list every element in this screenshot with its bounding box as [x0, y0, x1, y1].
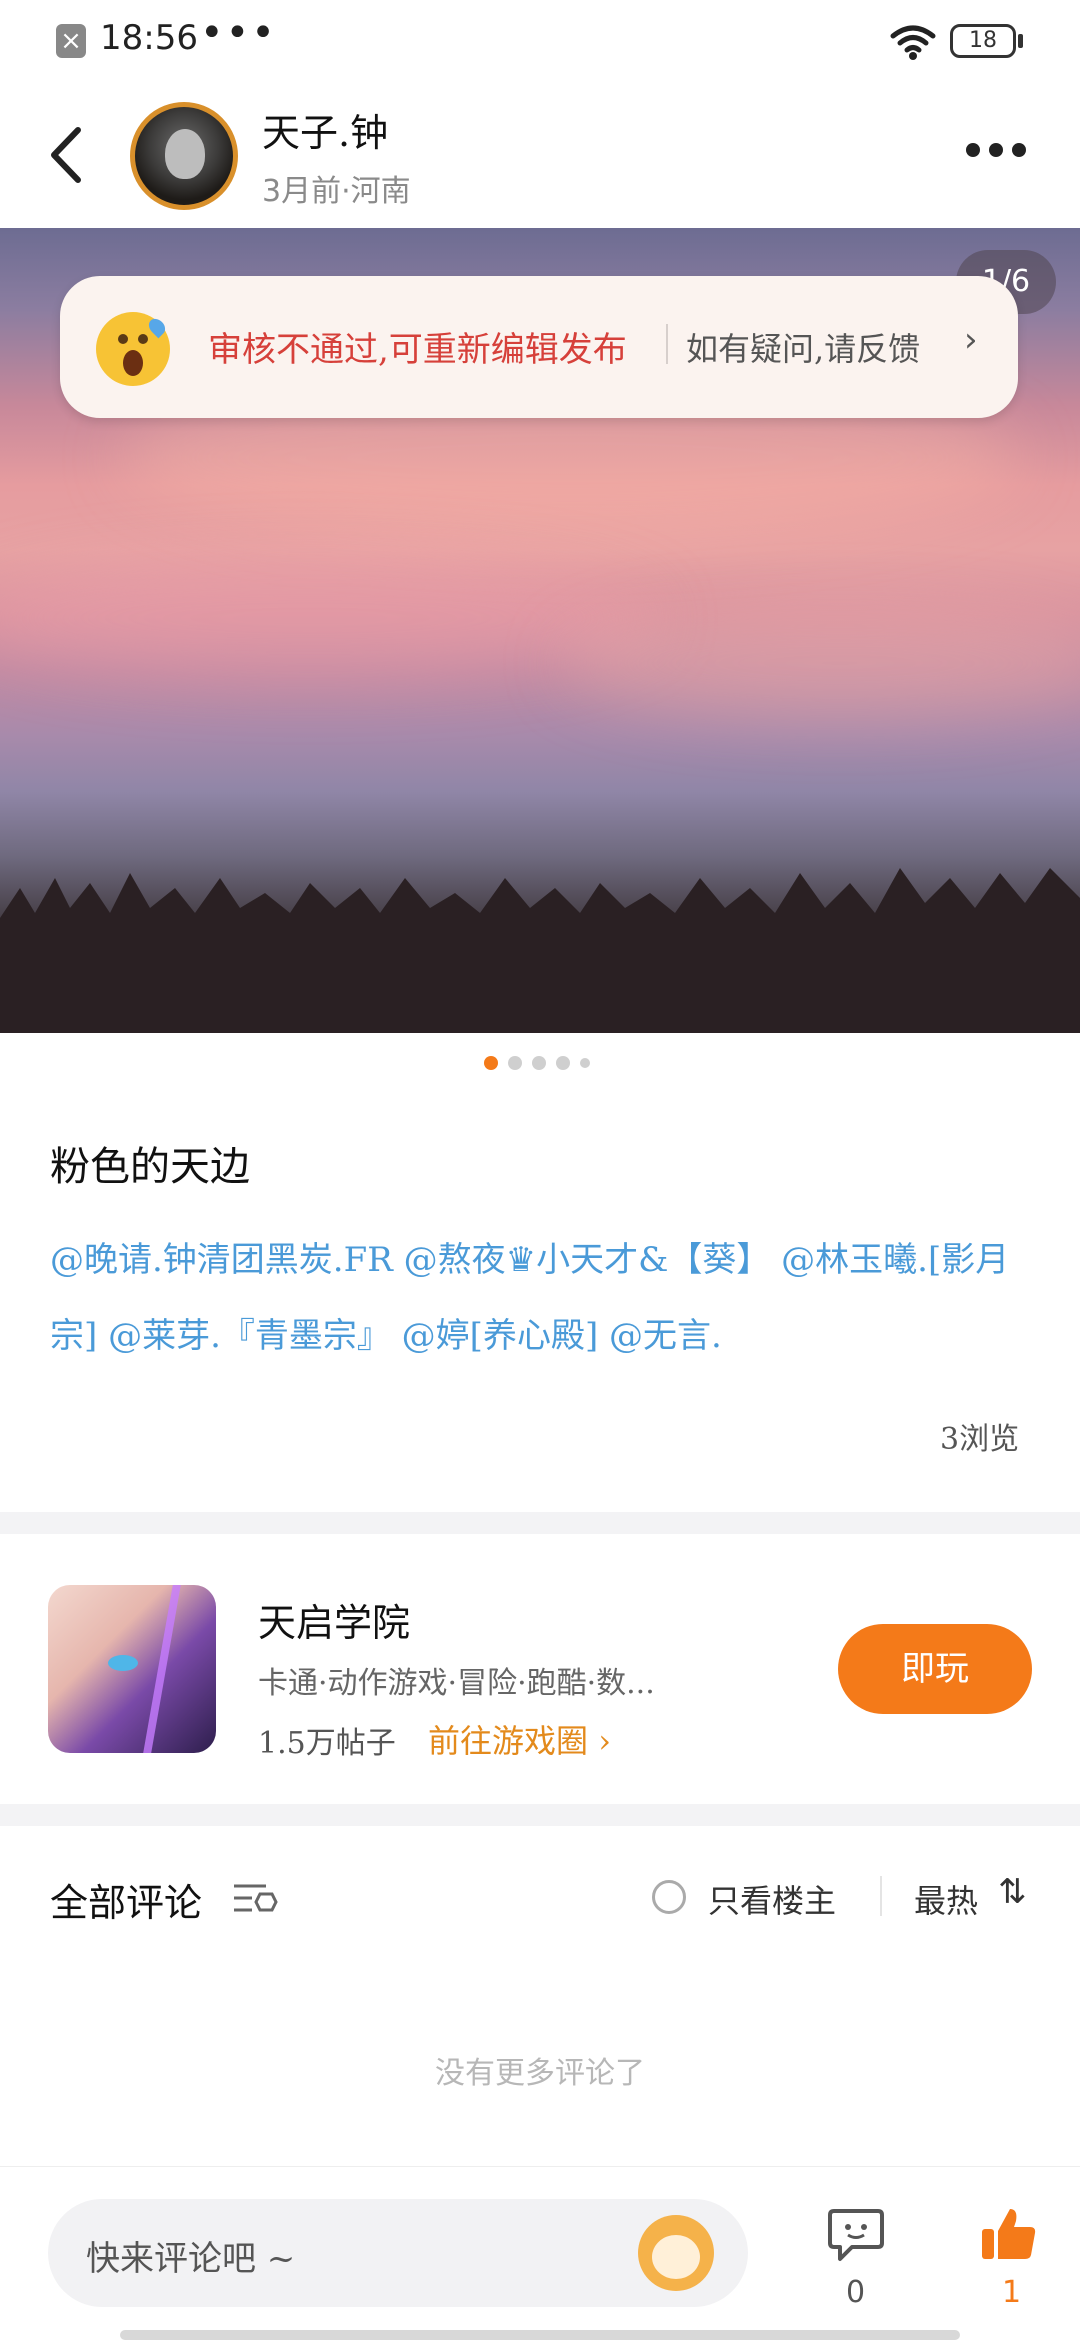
wifi-icon: [890, 25, 936, 60]
username[interactable]: 天子.钟: [262, 102, 388, 157]
mentions-text[interactable]: @晚请.钟清团黑炭.FR @熬夜♛小天才&【葵】 @林玉曦.[影月宗] @莱芽.…: [50, 1222, 1030, 1374]
more-options-button[interactable]: [966, 142, 1036, 172]
post-meta: 3月前·河南: [262, 174, 411, 209]
sort-button[interactable]: 最热: [914, 1876, 978, 1922]
game-icon-eye: [108, 1655, 138, 1671]
review-status-banner[interactable]: 审核不通过,可重新编辑发布 如有疑问,请反馈 ›: [60, 276, 1018, 418]
post-title: 粉色的天边: [50, 1144, 250, 1190]
comment-count: 0: [846, 2275, 866, 2310]
divider: [666, 324, 668, 364]
cloud-shape: [560, 608, 1080, 718]
section-divider: [0, 1512, 1080, 1534]
review-message: 审核不通过,可重新编辑发布: [208, 330, 627, 370]
back-button[interactable]: [40, 120, 100, 190]
game-icon[interactable]: [48, 1585, 216, 1753]
battery-cap: [1018, 34, 1023, 48]
mascot-face: [652, 2235, 700, 2279]
post-header: 天子.钟 3月前·河南: [0, 80, 1080, 228]
pager-dot: [580, 1058, 590, 1068]
owner-only-radio[interactable]: [652, 1880, 686, 1914]
comment-placeholder: 快来评论吧 ~: [86, 2239, 296, 2279]
like-count: 1: [1002, 2275, 1022, 2310]
gesture-bar: [120, 2330, 960, 2340]
pager-dot-active: [484, 1056, 498, 1070]
chevron-right-icon: ›: [964, 320, 978, 360]
emoji-eye: [118, 334, 128, 344]
status-more-icon: •••: [200, 10, 277, 56]
notification-icon: ×: [56, 24, 86, 58]
image-pager: [484, 1056, 604, 1076]
battery-icon: 18: [950, 24, 1016, 58]
play-button[interactable]: 即玩: [838, 1624, 1032, 1714]
owner-only-label[interactable]: 只看楼主: [708, 1876, 836, 1922]
avatar-face: [165, 129, 205, 179]
emoji-eye: [138, 334, 148, 344]
no-more-comments: 没有更多评论了: [435, 2056, 645, 2091]
scared-emoji-icon: [96, 312, 170, 386]
game-tags: 卡通·动作游戏·冒险·跑酷·数...: [258, 1666, 655, 1701]
sort-icon[interactable]: ⇅: [998, 1872, 1027, 1912]
filter-icon[interactable]: [232, 1880, 278, 1916]
comment-icon[interactable]: [826, 2207, 886, 2263]
avatar[interactable]: [130, 102, 238, 210]
chevron-right-icon: ›: [588, 1722, 611, 1760]
status-bar: × 18:56 ••• 18: [0, 0, 1080, 80]
status-time: 18:56: [100, 18, 198, 58]
grass-silhouette: [0, 868, 1080, 1033]
bottom-bar: 快来评论吧 ~ 0 1: [0, 2166, 1080, 2341]
pager-dot: [556, 1056, 570, 1070]
sweat-drop: [145, 315, 169, 339]
pager-dot: [508, 1056, 522, 1070]
section-divider: [0, 1804, 1080, 1826]
emoji-mouth: [123, 350, 143, 376]
game-name[interactable]: 天启学院: [258, 1592, 410, 1647]
divider: [880, 1876, 882, 1916]
game-icon-blade: [143, 1585, 181, 1753]
thumbs-up-icon[interactable]: [980, 2205, 1038, 2263]
game-post-count: 1.5万帖子: [258, 1726, 396, 1761]
comments-title: 全部评论: [50, 1881, 203, 1925]
game-circle-link[interactable]: 前往游戏圈 ›: [428, 1716, 611, 1762]
pager-dot: [532, 1056, 546, 1070]
comment-input[interactable]: 快来评论吧 ~: [48, 2199, 748, 2307]
view-count: 3浏览: [940, 1422, 1020, 1457]
feedback-link[interactable]: 如有疑问,请反馈: [686, 324, 920, 370]
mascot-icon[interactable]: [638, 2215, 714, 2291]
game-circle-link-label: 前往游戏圈: [428, 1722, 589, 1760]
